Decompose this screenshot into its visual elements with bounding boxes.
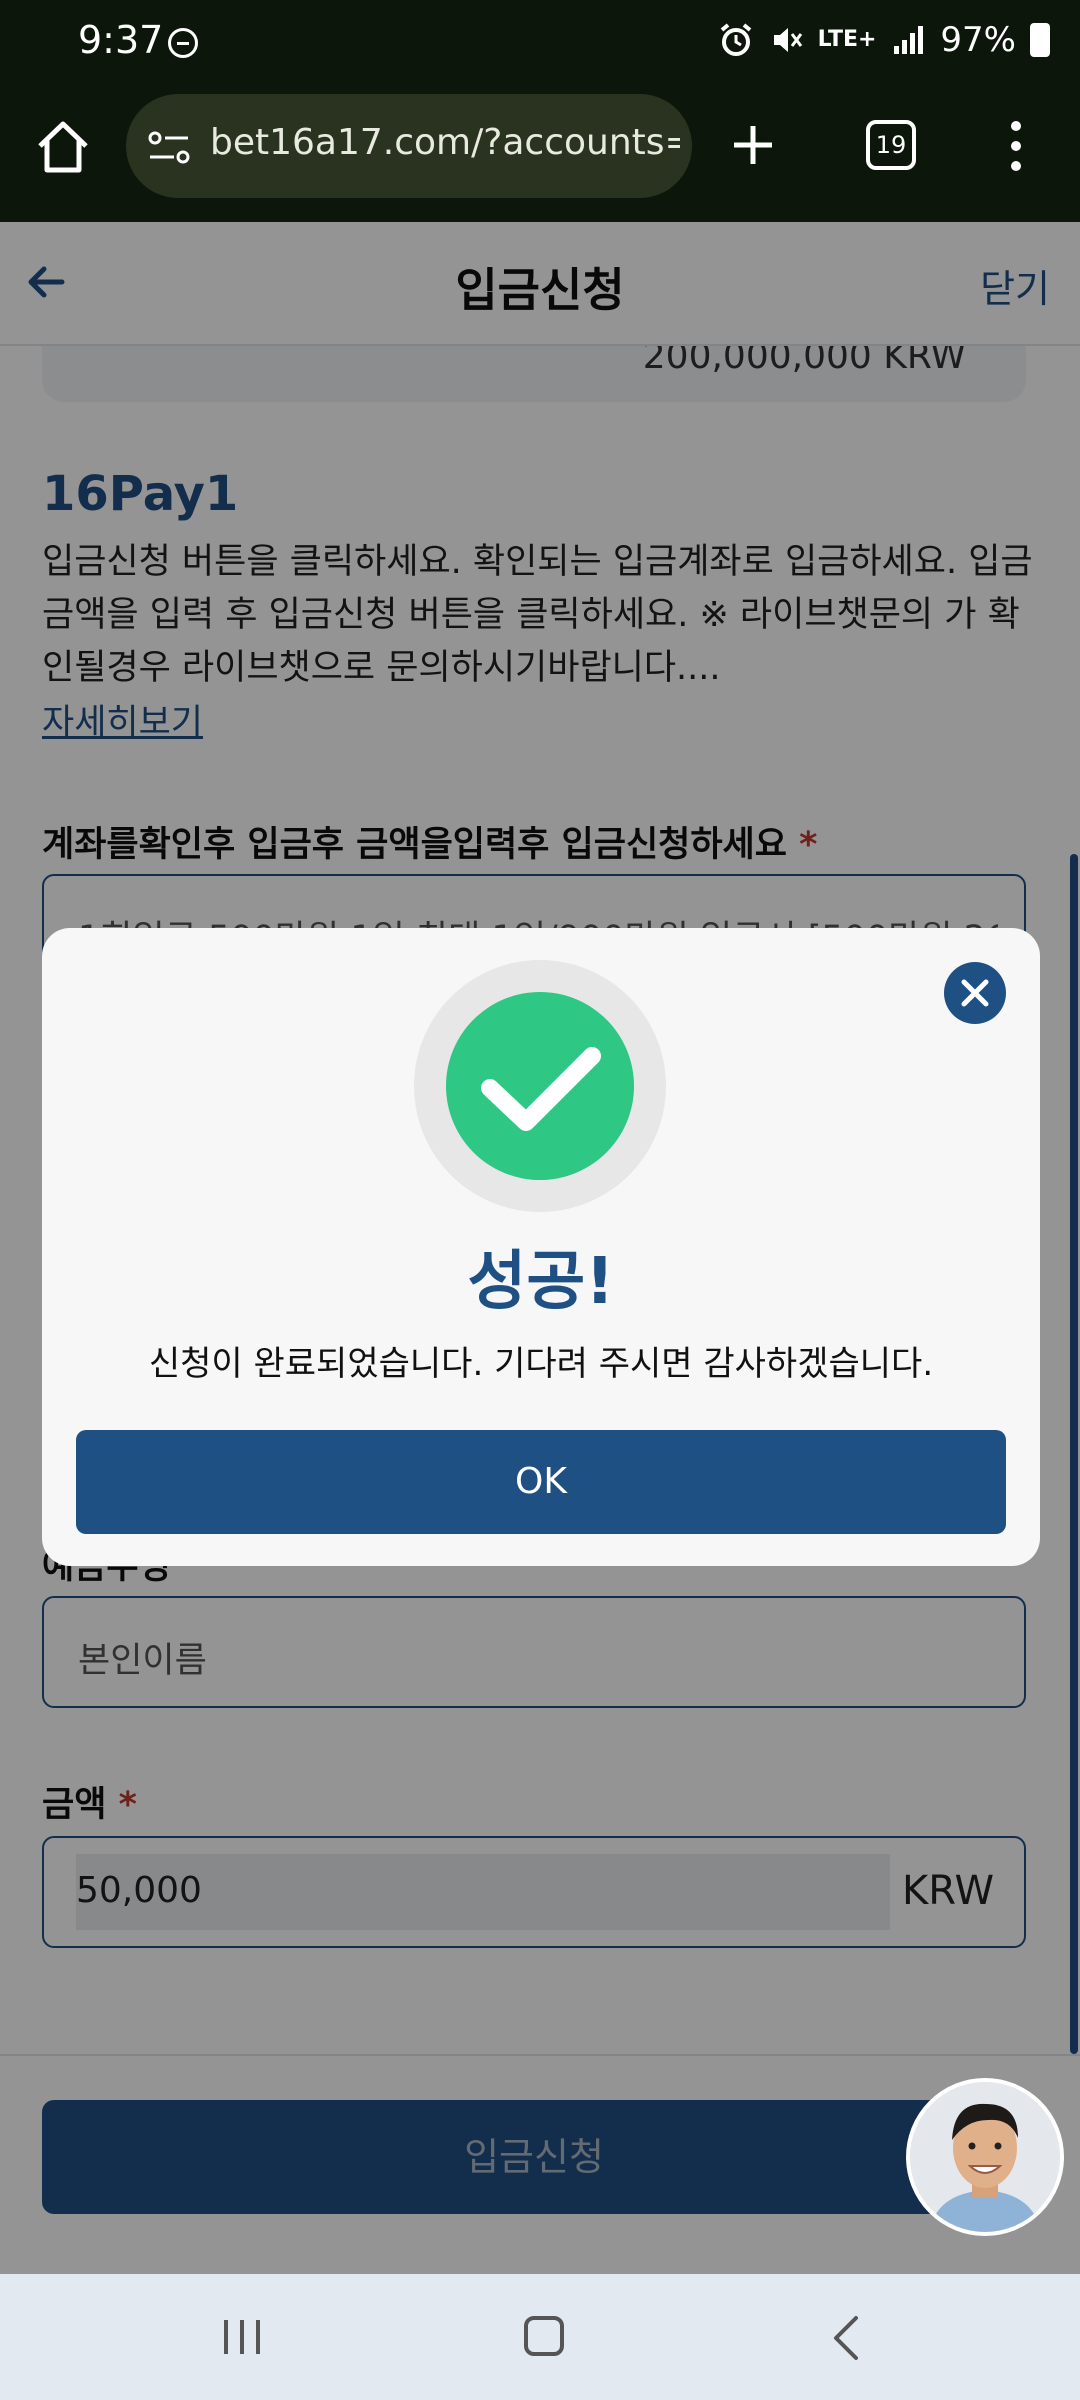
browser-toolbar: bet16a17.com/?accounts=9 19 (0, 84, 1080, 222)
alarm-icon (720, 23, 751, 56)
recents-icon[interactable] (222, 2318, 262, 2356)
url-text: bet16a17.com/?accounts=9 (210, 122, 680, 163)
back-nav-icon[interactable] (830, 2314, 860, 2362)
status-bar: 9:37 LTE+ 97% (0, 0, 1080, 84)
plus-icon[interactable] (730, 122, 776, 168)
checkmark-icon (446, 992, 634, 1180)
status-time: 9:37 (78, 18, 164, 62)
site-settings-icon[interactable] (148, 130, 192, 166)
status-icons: LTE+ 97% (718, 20, 1050, 60)
address-bar[interactable]: bet16a17.com/?accounts=9 (126, 94, 692, 198)
home-nav-icon[interactable] (524, 2316, 564, 2356)
battery-percent: 97% (940, 20, 1016, 60)
dialog-title: 성공! (467, 1245, 615, 1319)
success-icon-ring (414, 960, 666, 1212)
signal-icon (894, 26, 924, 54)
dnd-icon (168, 28, 198, 58)
avatar-face-icon (910, 2082, 1060, 2232)
tabs-icon[interactable]: 19 (866, 120, 916, 170)
system-nav-bar (0, 2274, 1080, 2400)
network-type: LTE+ (817, 27, 877, 52)
ok-button[interactable]: OK (76, 1430, 1006, 1534)
live-chat-avatar[interactable] (906, 2078, 1064, 2236)
mute-icon (773, 28, 802, 52)
success-dialog: 성공! 신청이 완료되었습니다. 기다려 주시면 감사하겠습니다. OK (42, 928, 1040, 1566)
battery-icon (1030, 23, 1050, 57)
close-icon[interactable] (944, 962, 1006, 1024)
menu-icon[interactable] (1008, 120, 1024, 172)
dialog-message: 신청이 완료되었습니다. 기다려 주시면 감사하겠습니다. (148, 1344, 934, 1384)
home-icon[interactable] (34, 118, 92, 176)
